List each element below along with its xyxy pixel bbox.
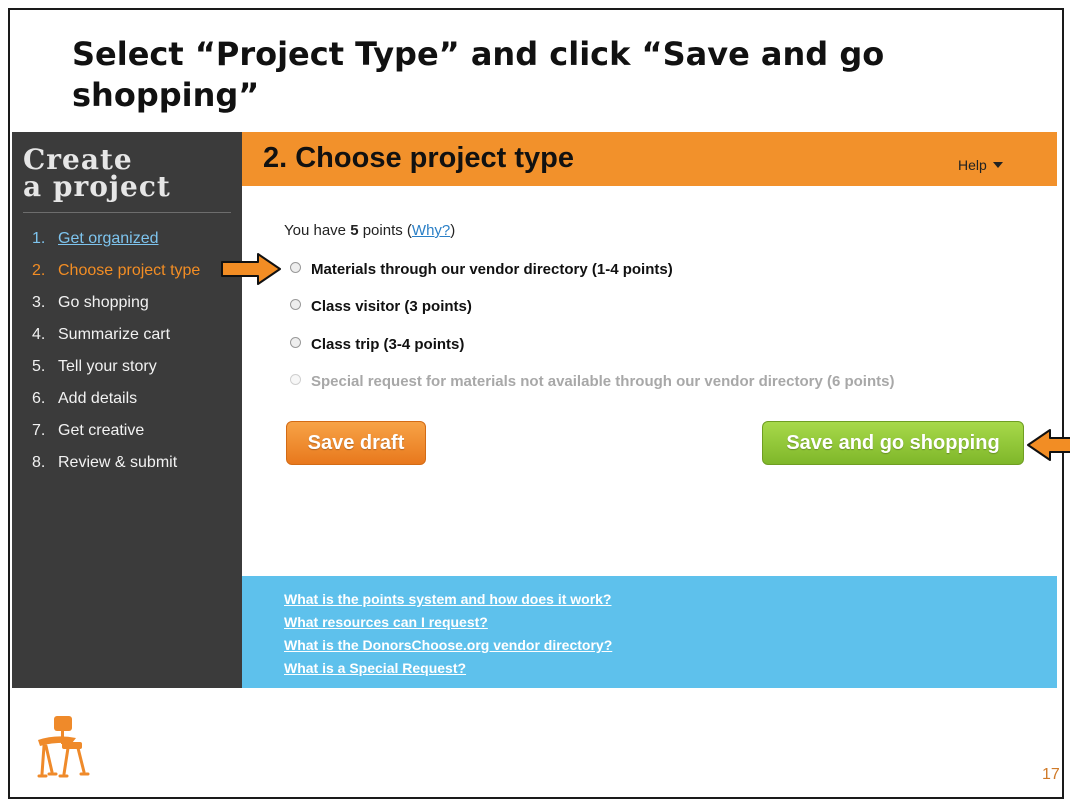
step-go-shopping: 3. Go shopping (32, 294, 200, 326)
faq-link-resources[interactable]: What resources can I request? (284, 614, 488, 630)
step-label: Summarize cart (58, 326, 171, 343)
step-number: 5. (32, 358, 46, 375)
step-label: Choose project type (58, 262, 201, 279)
left-arrow-icon (1027, 429, 1070, 461)
faq-link-special-request[interactable]: What is a Special Request? (284, 660, 466, 676)
step-label: Add details (58, 390, 138, 407)
step-choose-project-type: 2. Choose project type (32, 262, 200, 294)
screenshot-panel: Create a project 1. Get organized 2. Choos… (12, 132, 1057, 688)
page-number: 17 (1042, 766, 1060, 783)
step-label[interactable]: Get organized (58, 230, 159, 247)
caret-down-icon (992, 162, 1003, 168)
faq-links-bar: What is the points system and how does i… (242, 576, 1057, 688)
main-content: 2. Choose project type Help You have 5 p… (242, 132, 1057, 688)
step-number: 6. (32, 390, 46, 407)
option-label: Class trip (3-4 points) (311, 336, 465, 353)
option-class-trip[interactable]: Class trip (3-4 points) (290, 336, 464, 353)
option-label: Materials through our vendor directory (… (311, 261, 673, 278)
step-tell-your-story: 5. Tell your story (32, 358, 200, 390)
step-number: 4. (32, 326, 46, 343)
why-link[interactable]: Why? (412, 222, 450, 239)
logo-line-1: Create (23, 143, 133, 176)
step-number: 7. (32, 422, 46, 439)
step-label: Get creative (58, 422, 145, 439)
page-header: 2. Choose project type Help (242, 132, 1057, 186)
page-title: 2. Choose project type (263, 142, 575, 174)
option-label: Class visitor (3 points) (311, 298, 472, 315)
right-arrow-icon (221, 253, 281, 285)
sidebar-divider (23, 212, 231, 213)
points-suffix: points (362, 222, 403, 239)
step-summarize-cart: 4. Summarize cart (32, 326, 200, 358)
step-add-details: 6. Add details (32, 390, 200, 422)
step-number: 2. (32, 262, 46, 279)
step-label: Review & submit (58, 454, 178, 471)
help-label: Help (958, 157, 987, 173)
step-list: 1. Get organized 2. Choose project type 3.… (32, 230, 200, 486)
faq-link-vendor-directory[interactable]: What is the DonorsChoose.org vendor dire… (284, 637, 612, 653)
option-materials-vendor[interactable]: Materials through our vendor directory (… (290, 261, 673, 278)
save-and-go-shopping-button[interactable]: Save and go shopping (762, 421, 1024, 465)
radio-button[interactable] (290, 337, 301, 348)
sidebar: Create a project 1. Get organized 2. Choos… (12, 132, 242, 688)
step-label: Go shopping (58, 294, 149, 311)
help-dropdown[interactable]: Help (958, 157, 1003, 173)
radio-button[interactable] (290, 262, 301, 273)
step-get-organized[interactable]: 1. Get organized (32, 230, 200, 262)
save-draft-button[interactable]: Save draft (286, 421, 426, 465)
step-number: 3. (32, 294, 46, 311)
radio-button[interactable] (290, 299, 301, 310)
slide-title: Select “Project Type” and click “Save an… (72, 35, 885, 114)
points-prefix: You have (284, 222, 347, 239)
step-label: Tell your story (58, 358, 157, 375)
step-number: 8. (32, 454, 46, 471)
option-class-visitor[interactable]: Class visitor (3 points) (290, 298, 472, 315)
points-value: 5 (350, 222, 359, 239)
option-special-request: Special request for materials not availa… (290, 373, 894, 390)
why-paren-close: ) (450, 222, 456, 239)
step-number: 1. (32, 230, 46, 247)
school-chair-icon (37, 716, 90, 778)
option-label: Special request for materials not availa… (311, 373, 895, 390)
step-review-submit: 8. Review & submit (32, 454, 200, 486)
create-project-logo: Create a project (23, 143, 171, 203)
points-info: You have 5 points (Why?) (284, 222, 455, 239)
step-get-creative: 7. Get creative (32, 422, 200, 454)
radio-button-disabled (290, 374, 301, 385)
faq-link-points-system[interactable]: What is the points system and how does i… (284, 591, 611, 607)
logo-line-2: a project (23, 170, 171, 203)
